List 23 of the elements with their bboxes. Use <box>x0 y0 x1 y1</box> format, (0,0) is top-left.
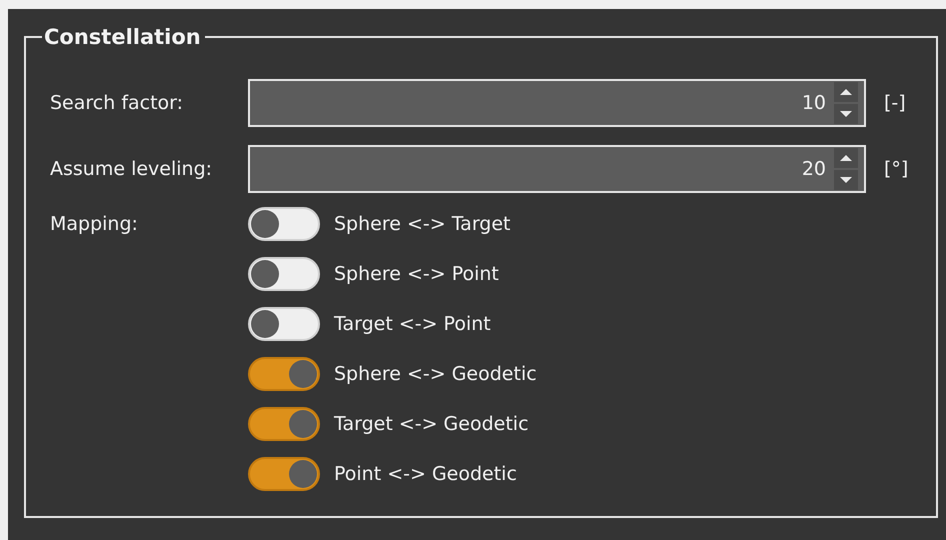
toggle-switch[interactable] <box>248 357 320 391</box>
toggle-label: Target <-> Geodetic <box>334 413 529 435</box>
unit-label: [°] <box>884 158 908 180</box>
unit-label: [-] <box>884 92 906 114</box>
toggle-switch[interactable] <box>248 457 320 491</box>
toggle-label: Target <-> Point <box>334 313 491 335</box>
spin-box[interactable]: 10 <box>248 79 866 127</box>
toggle-switch[interactable] <box>248 257 320 291</box>
field-label: Search factor: <box>50 92 184 114</box>
toggle-label: Sphere <-> Point <box>334 263 499 285</box>
spin-up-icon[interactable] <box>834 148 858 168</box>
toggle-switch[interactable] <box>248 407 320 441</box>
toggle-switch[interactable] <box>248 307 320 341</box>
toggle-label: Sphere <-> Geodetic <box>334 363 537 385</box>
spin-up-icon[interactable] <box>834 82 858 102</box>
toggle-switch[interactable] <box>248 207 320 241</box>
field-label: Mapping: <box>50 212 139 237</box>
toggle-label: Sphere <-> Target <box>334 213 510 235</box>
spin-down-icon[interactable] <box>834 170 858 190</box>
field-label: Assume leveling: <box>50 158 214 180</box>
toggle-label: Point <-> Geodetic <box>334 463 517 485</box>
spin-box[interactable]: 20 <box>248 145 866 193</box>
spin-down-icon[interactable] <box>834 104 858 124</box>
